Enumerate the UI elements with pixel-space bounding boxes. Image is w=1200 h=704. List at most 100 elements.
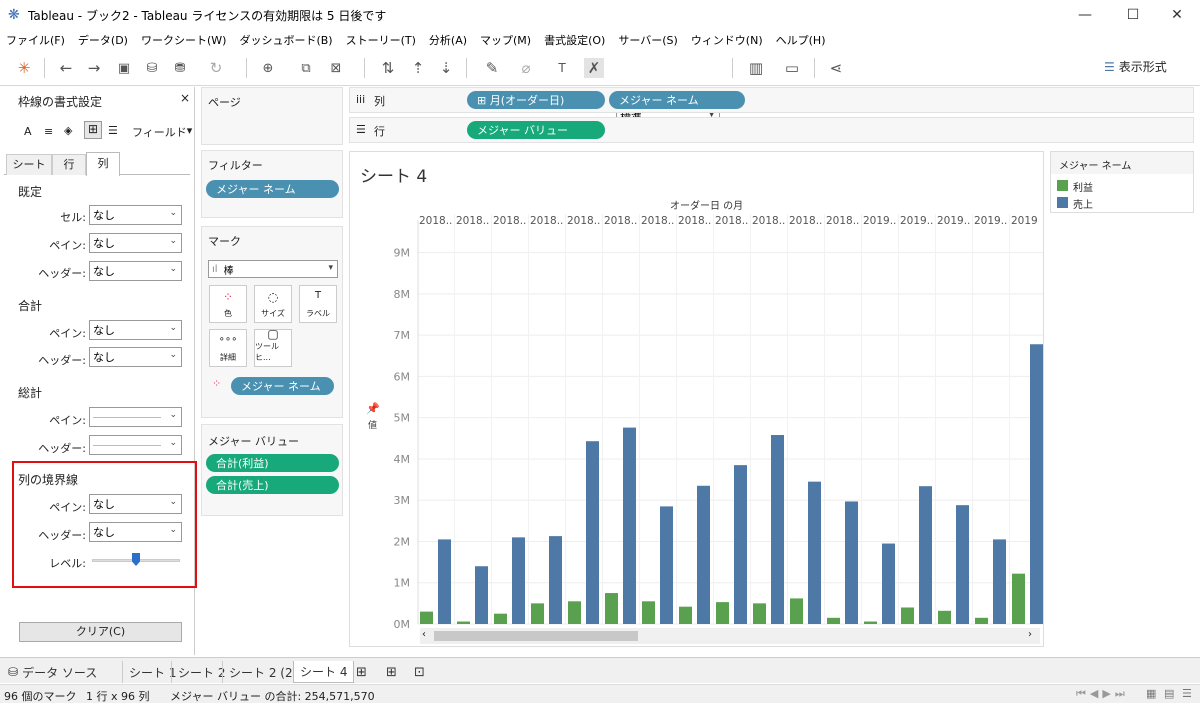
fix-axes-icon[interactable]: ✗ — [584, 58, 604, 78]
bar-sales — [808, 481, 821, 624]
profit-pill[interactable]: 合計(利益) — [206, 454, 339, 472]
close-button[interactable]: ✕ — [1154, 0, 1200, 30]
show-labels-icon[interactable]: ▥ — [746, 58, 766, 78]
share-icon[interactable]: ⋖ — [826, 58, 846, 78]
tab-sheet-2-copy[interactable]: シート 2 (2) — [222, 661, 303, 683]
highlight-icon[interactable]: ✎ — [482, 58, 502, 78]
clear-button[interactable]: クリア(C) — [19, 622, 182, 642]
menu-item[interactable]: 分析(A) — [429, 32, 467, 48]
column-pill-month[interactable]: ⊞ 月(オーダー日) — [467, 91, 605, 109]
save-icon[interactable]: ▣ — [114, 58, 134, 78]
tab-sheet-4[interactable]: シート 4 — [293, 661, 355, 683]
scroll-right-icon[interactable]: › — [1028, 629, 1032, 640]
tab-columns[interactable]: 列 — [86, 152, 120, 176]
grand-header-select[interactable]: ⌄ — [89, 435, 182, 455]
maximize-button[interactable]: ☐ — [1110, 0, 1156, 30]
sheet-view: シート 4 オーダー日 の月 📌 値 0M 1M 2M 3M 4M 5M 6M 7M 8M 9M 2… — [349, 151, 1044, 647]
col-border-header-select[interactable]: なし ⌄ — [89, 522, 182, 542]
menu-item[interactable]: ストーリー(T) — [346, 32, 416, 48]
borders-format-icon[interactable]: ⊞ — [84, 121, 102, 139]
scrollbar-thumb[interactable] — [434, 631, 638, 641]
label-button[interactable]: T ラベル — [299, 285, 337, 323]
pane-label: ペイン: — [49, 239, 86, 252]
legend-label-sales[interactable]: 売上 — [1073, 196, 1093, 211]
redo-icon[interactable]: → — [84, 58, 104, 78]
bar-sales — [956, 505, 969, 624]
default-cell-select[interactable]: なし ⌄ — [89, 205, 182, 225]
measure-values-card: メジャー バリュー 合計(利益) 合計(売上) — [201, 424, 343, 516]
menu-item[interactable]: データ(D) — [78, 32, 128, 48]
status-bar: 96 個のマーク 1 行 x 96 列 メジャー バリュー の合計: 254,5… — [0, 684, 1200, 703]
color-pill[interactable]: メジャー ネーム — [231, 377, 334, 395]
align-format-icon[interactable]: ≡ — [44, 125, 53, 138]
horizontal-scrollbar[interactable]: ‹ › — [420, 628, 1040, 644]
sort-desc-icon[interactable]: ⇣ — [436, 58, 456, 78]
tooltip-button[interactable]: ▢ ツールヒ... — [254, 327, 292, 367]
tab-rows[interactable]: 行 — [52, 154, 86, 175]
pause-updates-icon[interactable]: ⛃ — [170, 58, 190, 78]
new-datasource-icon[interactable]: ⛁ — [142, 58, 162, 78]
duplicate-icon[interactable]: ⧉ — [296, 58, 316, 78]
menu-item[interactable]: ワークシート(W) — [141, 32, 226, 48]
grand-pane-select[interactable]: ⌄ — [89, 407, 182, 427]
shading-format-icon[interactable]: ◈ — [64, 124, 72, 137]
bar-sales — [845, 501, 858, 624]
mark-type-select[interactable]: ıl 棒 ▾ — [208, 260, 338, 278]
menu-item[interactable]: マップ(M) — [480, 32, 531, 48]
swap-icon[interactable]: ⇅ — [378, 58, 398, 78]
y-tick-label: 0M — [394, 618, 411, 631]
menu-item[interactable]: ウィンドウ(N) — [691, 32, 763, 48]
scroll-left-icon[interactable]: ‹ — [422, 629, 426, 640]
menu-item[interactable]: ヘルプ(H) — [776, 32, 826, 48]
default-header-select[interactable]: なし ⌄ — [89, 261, 182, 281]
close-panel-icon[interactable]: × — [180, 91, 190, 105]
clear-sheet-icon[interactable]: ⊠ — [326, 58, 346, 78]
font-format-icon[interactable]: A — [24, 125, 32, 138]
size-button[interactable]: ◌ サイズ — [254, 285, 292, 323]
attach-icon[interactable]: ⌀ — [516, 58, 536, 78]
sort-asc-icon[interactable]: ⇡ — [408, 58, 428, 78]
minimize-button[interactable]: — — [1062, 0, 1108, 30]
show-me-button[interactable]: ☰ 表示形式 — [1104, 58, 1167, 75]
menu-item[interactable]: ファイル(F) — [6, 32, 65, 48]
label-icon[interactable]: T — [552, 58, 572, 78]
total-pane-select[interactable]: なし ⌄ — [89, 320, 182, 340]
pane-label: ペイン: — [49, 414, 86, 427]
refresh-icon[interactable]: ↻ — [206, 58, 226, 78]
default-pane-select[interactable]: なし ⌄ — [89, 233, 182, 253]
col-border-pane-select[interactable]: なし ⌄ — [89, 494, 182, 514]
window-title: Tableau - ブック2 - Tableau ライセンスの有効期限は 5 日… — [28, 8, 387, 23]
y-tick-label: 2M — [394, 535, 411, 548]
new-sheet-icon[interactable]: ⊕ — [258, 58, 278, 78]
field-menu[interactable]: フィールド ▾ — [132, 124, 192, 140]
grid-view-icon[interactable]: ▦ — [1146, 687, 1156, 700]
undo-icon[interactable]: ← — [56, 58, 76, 78]
row-pill-measure-values[interactable]: メジャー バリュー — [467, 121, 605, 139]
legend-label-profit[interactable]: 利益 — [1073, 179, 1093, 194]
menu-item[interactable]: ダッシュボード(B) — [239, 32, 332, 48]
total-header-select[interactable]: なし ⌄ — [89, 347, 182, 367]
filmstrip-icon[interactable]: ▤ — [1164, 687, 1174, 700]
menu-item[interactable]: 書式設定(O) — [544, 32, 605, 48]
new-story-icon[interactable]: ⊡ — [408, 661, 431, 683]
legend-title: メジャー ネーム — [1051, 152, 1193, 174]
filter-pill[interactable]: メジャー ネーム — [206, 180, 339, 198]
pager-icon[interactable]: ⏮◀▶⏭ — [1076, 687, 1129, 701]
new-worksheet-icon[interactable]: ⊞ — [350, 661, 373, 683]
sales-pill[interactable]: 合計(売上) — [206, 476, 339, 494]
menu-item[interactable]: サーバー(S) — [618, 32, 677, 48]
list-view-icon[interactable]: ☰ — [1182, 687, 1192, 700]
color-button[interactable]: ⁘ 色 — [209, 285, 247, 323]
tableau-home-icon[interactable]: ✳ — [14, 58, 34, 78]
detail-button[interactable]: ∘∘∘ 詳細 — [209, 329, 247, 367]
new-dashboard-icon[interactable]: ⊞ — [380, 661, 403, 683]
filters-card[interactable]: フィルター メジャー ネーム — [201, 150, 343, 218]
tab-sheet[interactable]: シート — [6, 154, 52, 175]
pages-card[interactable]: ページ — [201, 87, 343, 145]
x-category-label: 2018.. — [456, 215, 489, 227]
column-pill-measure-names[interactable]: メジャー ネーム — [609, 91, 745, 109]
columns-icon: iii — [356, 93, 366, 106]
lines-format-icon[interactable]: ☰ — [108, 124, 118, 137]
tab-data-source[interactable]: ⛁ データ ソース — [2, 661, 120, 683]
presentation-icon[interactable]: ▭ — [782, 58, 802, 78]
